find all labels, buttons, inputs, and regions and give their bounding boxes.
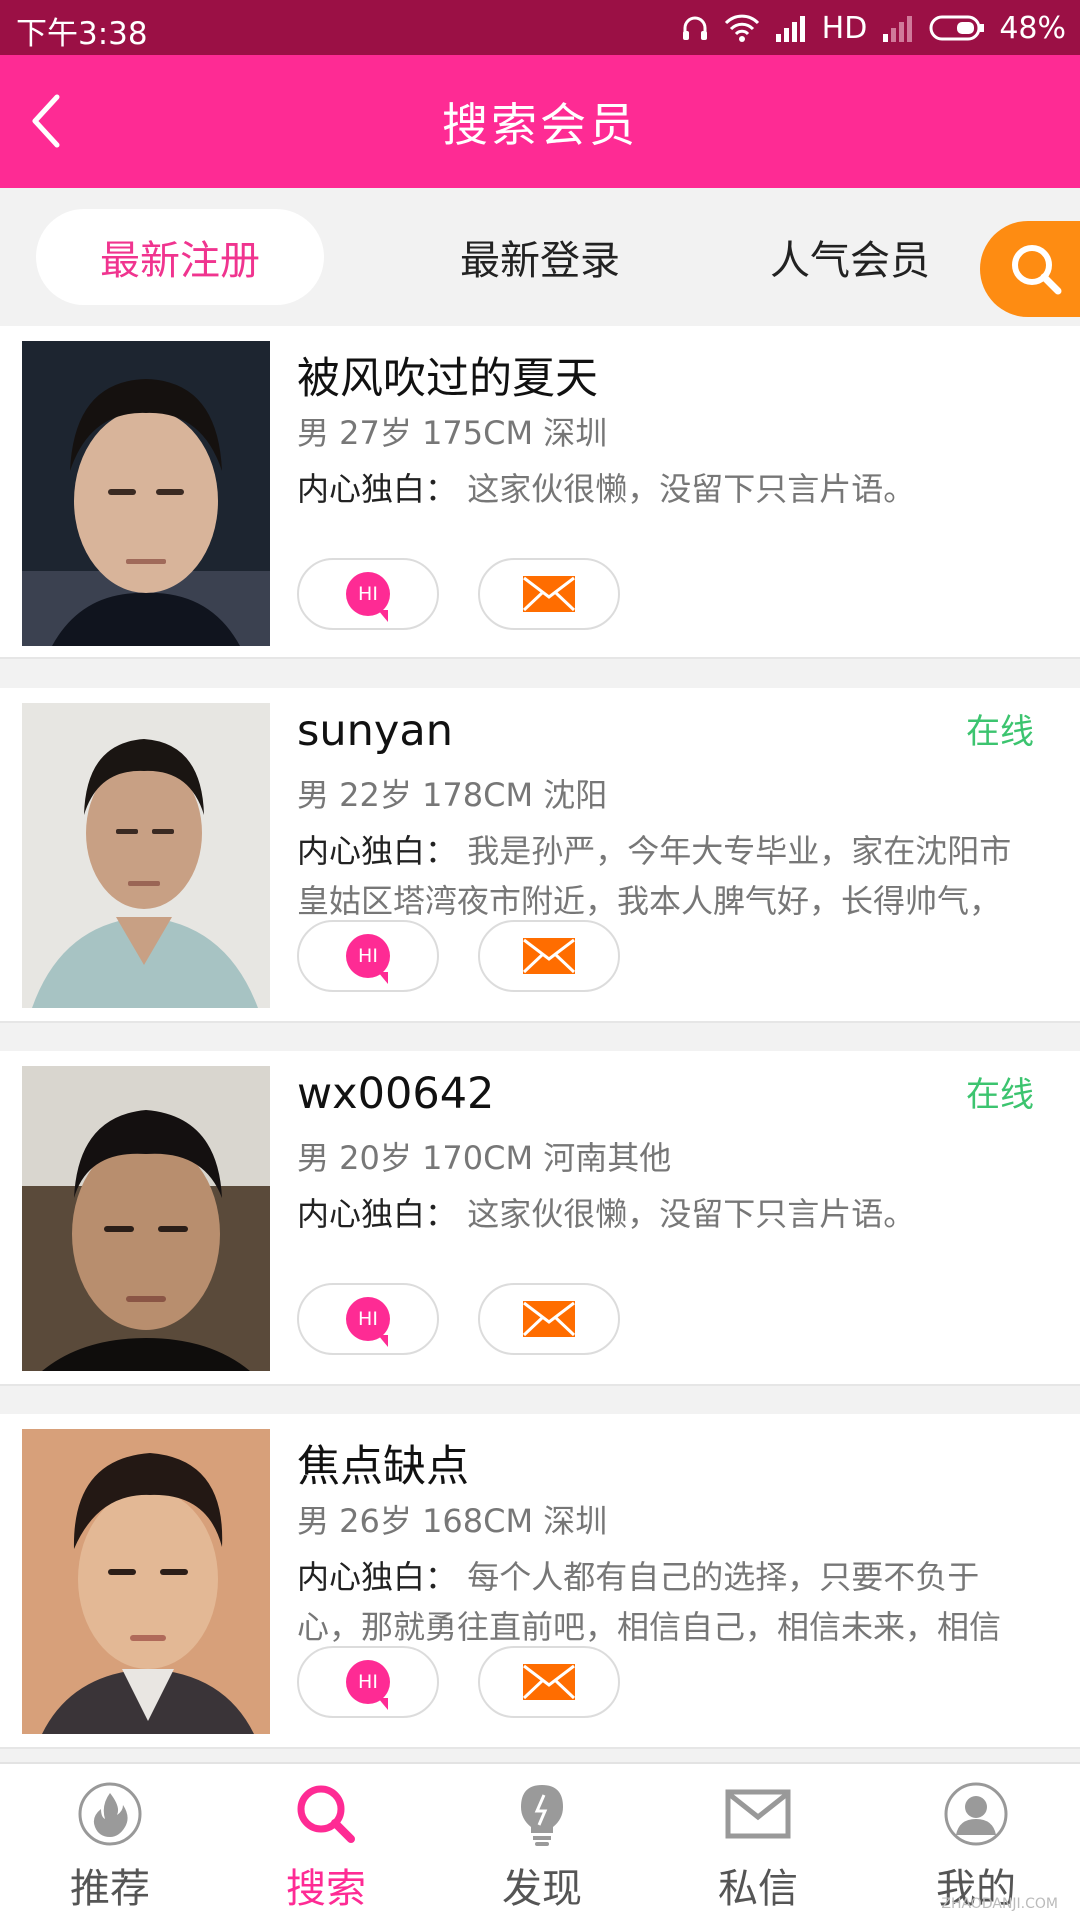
bottom-nav: 推荐 搜索 发现 私信 我的 ZHAODANJI.COM bbox=[0, 1762, 1080, 1920]
member-name[interactable]: sunyan bbox=[297, 706, 453, 756]
network-type: HD bbox=[821, 10, 868, 46]
member-list[interactable]: 被风吹过的夏天 男 27岁 175CM 深圳 内心独白： 这家伙很懒，没留下只言… bbox=[0, 326, 1080, 1762]
member-meta: 男 26岁 168CM 深圳 bbox=[297, 1502, 608, 1540]
tab-bar: 最新注册 最新登录 人气会员 bbox=[0, 188, 1080, 326]
status-icons: HD 48% bbox=[680, 8, 1066, 48]
member-name[interactable]: wx00642 bbox=[297, 1069, 494, 1119]
search-icon bbox=[1012, 245, 1062, 295]
member-meta: 男 27岁 175CM 深圳 bbox=[297, 414, 608, 452]
envelope-icon bbox=[522, 1301, 576, 1337]
avatar[interactable] bbox=[22, 1429, 270, 1734]
lightbulb-icon bbox=[506, 1778, 578, 1850]
envelope-icon bbox=[522, 1664, 576, 1700]
mail-icon bbox=[722, 1778, 794, 1850]
hi-bubble-icon: HI bbox=[346, 572, 390, 622]
member-name[interactable]: 被风吹过的夏天 bbox=[297, 344, 598, 406]
member-monologue: 内心独白： 我是孙严，今年大专毕业，家在沈阳市皇姑区塔湾夜市附近，我本人脾气好，… bbox=[297, 826, 1042, 926]
signal-icon bbox=[775, 16, 805, 42]
page-title: 搜索会员 bbox=[442, 98, 638, 152]
search-icon bbox=[290, 1778, 362, 1850]
send-message-button[interactable] bbox=[478, 1283, 620, 1355]
envelope-icon bbox=[522, 938, 576, 974]
avatar[interactable] bbox=[22, 341, 270, 646]
say-hi-button[interactable]: HI bbox=[297, 920, 439, 992]
nav-discover-label: 发现 bbox=[502, 1866, 582, 1912]
member-meta: 男 20岁 170CM 河南其他 bbox=[297, 1139, 672, 1177]
nav-recommend[interactable]: 推荐 bbox=[30, 1778, 190, 1918]
member-meta: 男 22岁 178CM 沈阳 bbox=[297, 776, 608, 814]
nav-discover[interactable]: 发现 bbox=[462, 1778, 622, 1918]
member-card[interactable]: wx00642 在线 男 20岁 170CM 河南其他 内心独白： 这家伙很懒，… bbox=[0, 1051, 1080, 1386]
hi-bubble-icon: HI bbox=[346, 1297, 390, 1347]
member-monologue: 内心独白： 这家伙很懒，没留下只言片语。 bbox=[297, 464, 1042, 514]
member-card[interactable]: 被风吹过的夏天 男 27岁 175CM 深圳 内心独白： 这家伙很懒，没留下只言… bbox=[0, 326, 1080, 659]
wifi-icon bbox=[724, 14, 759, 42]
watermark: ZHAODANJI.COM bbox=[941, 1896, 1058, 1912]
monologue-label: 内心独白： bbox=[297, 470, 458, 508]
envelope-icon bbox=[522, 576, 576, 612]
avatar[interactable] bbox=[22, 1066, 270, 1371]
say-hi-button[interactable]: HI bbox=[297, 558, 439, 630]
nav-recommend-label: 推荐 bbox=[70, 1866, 150, 1912]
status-time: 下午3:38 bbox=[16, 16, 148, 52]
hi-bubble-icon: HI bbox=[346, 1660, 390, 1710]
online-status: 在线 bbox=[966, 1075, 1034, 1115]
user-icon bbox=[940, 1778, 1012, 1850]
avatar[interactable] bbox=[22, 703, 270, 1008]
nav-messages[interactable]: 私信 bbox=[678, 1778, 838, 1918]
battery-level: 48% bbox=[999, 10, 1066, 46]
send-message-button[interactable] bbox=[478, 558, 620, 630]
member-card[interactable]: 焦点缺点 男 26岁 168CM 深圳 内心独白： 每个人都有自己的选择，只要不… bbox=[0, 1414, 1080, 1749]
fire-icon bbox=[74, 1778, 146, 1850]
monologue-label: 内心独白： bbox=[297, 832, 458, 870]
battery-icon bbox=[929, 15, 985, 41]
monologue-text: 这家伙很懒，没留下只言片语。 bbox=[467, 1195, 916, 1233]
status-bar: 下午3:38 HD 48% bbox=[0, 0, 1080, 55]
nav-search[interactable]: 搜索 bbox=[246, 1778, 406, 1918]
send-message-button[interactable] bbox=[478, 1646, 620, 1718]
member-card[interactable]: sunyan 在线 男 22岁 178CM 沈阳 内心独白： 我是孙严，今年大专… bbox=[0, 688, 1080, 1023]
signal-weak-icon bbox=[883, 16, 913, 42]
say-hi-button[interactable]: HI bbox=[297, 1283, 439, 1355]
search-button[interactable] bbox=[980, 221, 1080, 317]
headphones-icon bbox=[682, 16, 707, 40]
say-hi-button[interactable]: HI bbox=[297, 1646, 439, 1718]
tab-newest-registered[interactable]: 最新注册 bbox=[36, 209, 324, 305]
hi-bubble-icon: HI bbox=[346, 934, 390, 984]
nav-messages-label: 私信 bbox=[718, 1866, 798, 1912]
send-message-button[interactable] bbox=[478, 920, 620, 992]
nav-search-label: 搜索 bbox=[286, 1866, 366, 1912]
monologue-text: 这家伙很懒，没留下只言片语。 bbox=[467, 470, 916, 508]
member-monologue: 内心独白： 每个人都有自己的选择，只要不负于心，那就勇往直前吧，相信自己，相信未… bbox=[297, 1552, 1042, 1652]
monologue-label: 内心独白： bbox=[297, 1195, 458, 1233]
app-header: 搜索会员 bbox=[0, 55, 1080, 188]
member-name[interactable]: 焦点缺点 bbox=[297, 1432, 469, 1494]
tab-newest-login[interactable]: 最新登录 bbox=[395, 209, 685, 305]
online-status: 在线 bbox=[966, 712, 1034, 752]
member-monologue: 内心独白： 这家伙很懒，没留下只言片语。 bbox=[297, 1189, 1042, 1239]
monologue-label: 内心独白： bbox=[297, 1558, 458, 1596]
